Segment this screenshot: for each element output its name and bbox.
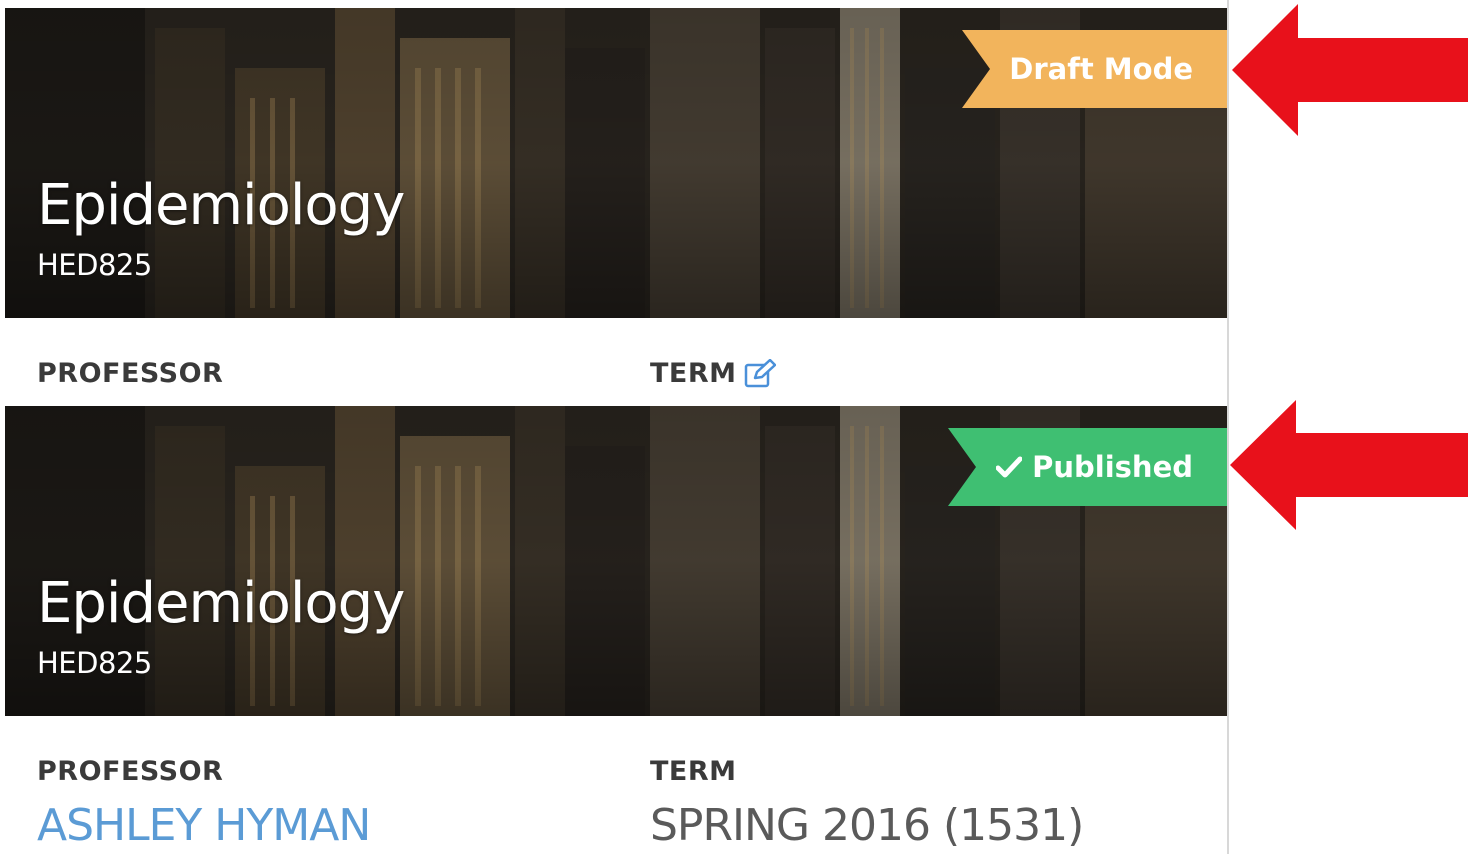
check-icon <box>996 456 1023 478</box>
arrow-left-icon <box>1232 4 1468 136</box>
course-title: Epidemiology <box>37 571 405 636</box>
term-value: SPRING 2016 (1531) <box>650 800 1084 851</box>
course-code: HED825 <box>37 646 152 680</box>
term-label: TERM <box>650 756 737 787</box>
arrow-left-icon <box>1230 400 1468 530</box>
status-label: Draft Mode <box>1009 52 1193 86</box>
course-cards-screenshot: Epidemiology HED825 Draft Mode PROFESSOR… <box>0 0 1475 854</box>
draft-mode-badge: Draft Mode <box>962 30 1227 108</box>
professor-label: PROFESSOR <box>37 358 224 389</box>
professor-name-link[interactable]: ASHLEY HYMAN <box>37 800 371 851</box>
published-badge: Published <box>948 428 1227 506</box>
course-title: Epidemiology <box>37 173 405 238</box>
edit-icon[interactable] <box>744 359 776 389</box>
term-label: TERM <box>650 358 737 389</box>
professor-label: PROFESSOR <box>37 756 224 787</box>
course-code: HED825 <box>37 248 152 282</box>
status-label: Published <box>1032 450 1193 484</box>
